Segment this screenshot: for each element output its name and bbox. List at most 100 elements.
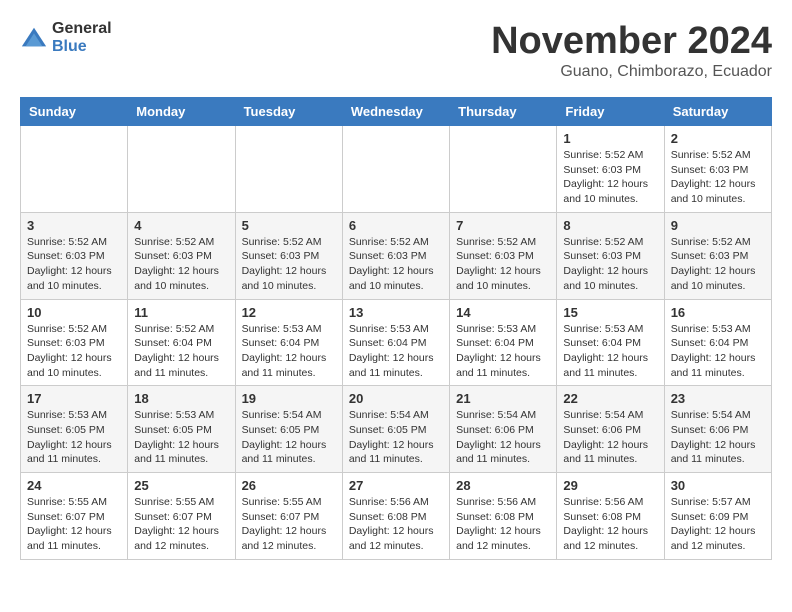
table-row: 10Sunrise: 5:52 AM Sunset: 6:03 PM Dayli… (21, 299, 128, 386)
day-info: Sunrise: 5:52 AM Sunset: 6:04 PM Dayligh… (134, 322, 228, 381)
header-friday: Friday (557, 98, 664, 126)
logo-general-text: General (52, 20, 112, 38)
table-row: 8 Sunrise: 5:52 AM Sunset: 6:03 PM Daylig… (557, 212, 664, 299)
day-info: Sunrise: 5:52 AM Sunset: 6:03 PM Dayligh… (27, 235, 121, 294)
day-number: 24 (27, 478, 121, 493)
day-info: Sunrise: 5:55 AM Sunset: 6:07 PM Dayligh… (27, 495, 121, 554)
day-number: 29 (563, 478, 657, 493)
day-number: 3 (27, 218, 121, 233)
calendar-week-row: 1 Sunrise: 5:52 AM Sunset: 6:03 PM Daylig… (21, 126, 772, 213)
title-section: November 2024 Guano, Chimborazo, Ecuador (491, 20, 772, 81)
day-info: Sunrise: 5:53 AM Sunset: 6:05 PM Dayligh… (27, 408, 121, 467)
header-wednesday: Wednesday (342, 98, 449, 126)
day-info: Sunrise: 5:53 AM Sunset: 6:04 PM Dayligh… (671, 322, 765, 381)
calendar-week-row: 24 Sunrise: 5:55 AM Sunset: 6:07 PM Dayli… (21, 473, 772, 560)
day-info: Sunrise: 5:55 AM Sunset: 6:07 PM Dayligh… (242, 495, 336, 554)
table-row: 22 Sunrise: 5:54 AM Sunset: 6:06 PM Dayli… (557, 386, 664, 473)
calendar-week-row: 3 Sunrise: 5:52 AM Sunset: 6:03 PM Daylig… (21, 212, 772, 299)
calendar-week-row: 10Sunrise: 5:52 AM Sunset: 6:03 PM Dayli… (21, 299, 772, 386)
table-row: 18Sunrise: 5:53 AM Sunset: 6:05 PM Dayli… (128, 386, 235, 473)
day-number: 26 (242, 478, 336, 493)
table-row: 15 Sunrise: 5:53 AM Sunset: 6:04 PM Dayli… (557, 299, 664, 386)
header-sunday: Sunday (21, 98, 128, 126)
day-number: 25 (134, 478, 228, 493)
table-row: 3 Sunrise: 5:52 AM Sunset: 6:03 PM Daylig… (21, 212, 128, 299)
day-number: 19 (242, 391, 336, 406)
table-row: 17 Sunrise: 5:53 AM Sunset: 6:05 PM Dayli… (21, 386, 128, 473)
day-number: 16 (671, 305, 765, 320)
day-info: Sunrise: 5:56 AM Sunset: 6:08 PM Dayligh… (563, 495, 657, 554)
table-row: 13 Sunrise: 5:53 AM Sunset: 6:04 PM Dayli… (342, 299, 449, 386)
table-row: 20 Sunrise: 5:54 AM Sunset: 6:05 PM Dayli… (342, 386, 449, 473)
table-row: 23Sunrise: 5:54 AM Sunset: 6:06 PM Dayli… (664, 386, 771, 473)
day-number: 17 (27, 391, 121, 406)
table-row: 26 Sunrise: 5:55 AM Sunset: 6:07 PM Dayli… (235, 473, 342, 560)
day-info: Sunrise: 5:52 AM Sunset: 6:03 PM Dayligh… (134, 235, 228, 294)
day-info: Sunrise: 5:52 AM Sunset: 6:03 PM Dayligh… (242, 235, 336, 294)
day-number: 4 (134, 218, 228, 233)
table-row (235, 126, 342, 213)
day-number: 1 (563, 131, 657, 146)
header-tuesday: Tuesday (235, 98, 342, 126)
header-thursday: Thursday (450, 98, 557, 126)
table-row (128, 126, 235, 213)
day-number: 5 (242, 218, 336, 233)
header-monday: Monday (128, 98, 235, 126)
table-row: 2 Sunrise: 5:52 AM Sunset: 6:03 PM Daylig… (664, 126, 771, 213)
table-row: 1 Sunrise: 5:52 AM Sunset: 6:03 PM Daylig… (557, 126, 664, 213)
day-info: Sunrise: 5:56 AM Sunset: 6:08 PM Dayligh… (349, 495, 443, 554)
day-info: Sunrise: 5:52 AM Sunset: 6:03 PM Dayligh… (563, 148, 657, 207)
day-info: Sunrise: 5:54 AM Sunset: 6:06 PM Dayligh… (563, 408, 657, 467)
table-row: 19 Sunrise: 5:54 AM Sunset: 6:05 PM Dayli… (235, 386, 342, 473)
table-row: 5 Sunrise: 5:52 AM Sunset: 6:03 PM Daylig… (235, 212, 342, 299)
day-info: Sunrise: 5:52 AM Sunset: 6:03 PM Dayligh… (456, 235, 550, 294)
page-header: General Blue November 2024 Guano, Chimbo… (20, 20, 772, 81)
day-number: 7 (456, 218, 550, 233)
day-info: Sunrise: 5:52 AM Sunset: 6:03 PM Dayligh… (563, 235, 657, 294)
day-info: Sunrise: 5:52 AM Sunset: 6:03 PM Dayligh… (671, 148, 765, 207)
day-info: Sunrise: 5:53 AM Sunset: 6:04 PM Dayligh… (563, 322, 657, 381)
day-number: 18 (134, 391, 228, 406)
day-info: Sunrise: 5:57 AM Sunset: 6:09 PM Dayligh… (671, 495, 765, 554)
day-info: Sunrise: 5:54 AM Sunset: 6:05 PM Dayligh… (242, 408, 336, 467)
day-number: 23 (671, 391, 765, 406)
table-row: 24 Sunrise: 5:55 AM Sunset: 6:07 PM Dayli… (21, 473, 128, 560)
logo-text: General Blue (52, 20, 112, 55)
logo-icon (20, 24, 48, 52)
day-number: 9 (671, 218, 765, 233)
logo-blue-text: Blue (52, 38, 112, 56)
day-info: Sunrise: 5:56 AM Sunset: 6:08 PM Dayligh… (456, 495, 550, 554)
table-row (21, 126, 128, 213)
day-number: 11 (134, 305, 228, 320)
day-number: 12 (242, 305, 336, 320)
month-title: November 2024 (491, 20, 772, 63)
table-row: 21Sunrise: 5:54 AM Sunset: 6:06 PM Dayli… (450, 386, 557, 473)
table-row: 6Sunrise: 5:52 AM Sunset: 6:03 PM Daylig… (342, 212, 449, 299)
table-row: 4 Sunrise: 5:52 AM Sunset: 6:03 PM Daylig… (128, 212, 235, 299)
day-info: Sunrise: 5:52 AM Sunset: 6:03 PM Dayligh… (27, 322, 121, 381)
day-number: 28 (456, 478, 550, 493)
day-info: Sunrise: 5:55 AM Sunset: 6:07 PM Dayligh… (134, 495, 228, 554)
table-row: 25 Sunrise: 5:55 AM Sunset: 6:07 PM Dayli… (128, 473, 235, 560)
table-row: 11 Sunrise: 5:52 AM Sunset: 6:04 PM Dayli… (128, 299, 235, 386)
table-row: 9Sunrise: 5:52 AM Sunset: 6:03 PM Daylig… (664, 212, 771, 299)
day-number: 14 (456, 305, 550, 320)
day-number: 8 (563, 218, 657, 233)
table-row: 28 Sunrise: 5:56 AM Sunset: 6:08 PM Dayli… (450, 473, 557, 560)
table-row: 7 Sunrise: 5:52 AM Sunset: 6:03 PM Daylig… (450, 212, 557, 299)
table-row: 29 Sunrise: 5:56 AM Sunset: 6:08 PM Dayli… (557, 473, 664, 560)
day-number: 13 (349, 305, 443, 320)
day-number: 21 (456, 391, 550, 406)
table-row: 14 Sunrise: 5:53 AM Sunset: 6:04 PM Dayli… (450, 299, 557, 386)
day-number: 15 (563, 305, 657, 320)
table-row (342, 126, 449, 213)
day-number: 22 (563, 391, 657, 406)
day-info: Sunrise: 5:52 AM Sunset: 6:03 PM Dayligh… (349, 235, 443, 294)
day-info: Sunrise: 5:53 AM Sunset: 6:04 PM Dayligh… (242, 322, 336, 381)
day-number: 20 (349, 391, 443, 406)
table-row: 30Sunrise: 5:57 AM Sunset: 6:09 PM Dayli… (664, 473, 771, 560)
day-info: Sunrise: 5:54 AM Sunset: 6:05 PM Dayligh… (349, 408, 443, 467)
day-info: Sunrise: 5:53 AM Sunset: 6:04 PM Dayligh… (456, 322, 550, 381)
day-number: 2 (671, 131, 765, 146)
day-info: Sunrise: 5:53 AM Sunset: 6:04 PM Dayligh… (349, 322, 443, 381)
